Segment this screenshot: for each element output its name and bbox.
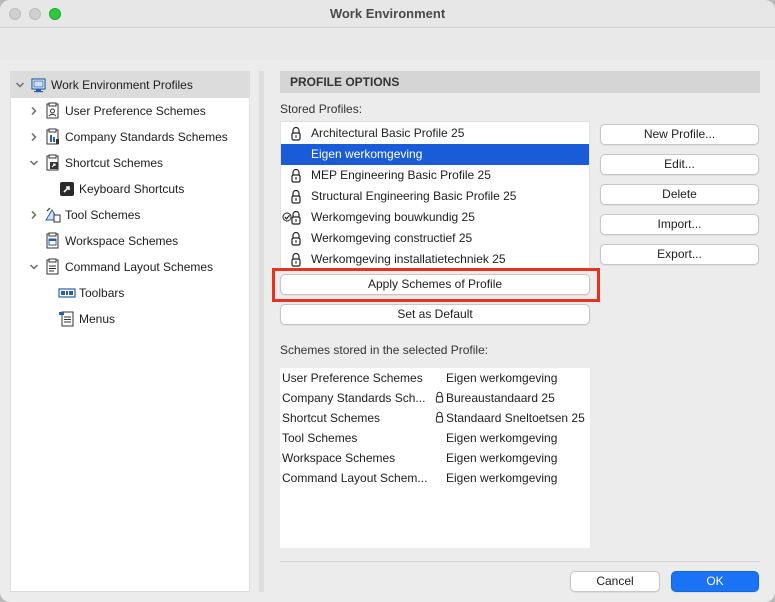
user-preference-icon (44, 102, 62, 120)
profile-name: Eigen werkomgeving (311, 147, 423, 161)
tree-item-label: Keyboard Shortcuts (79, 182, 185, 196)
tree-item-label: Menus (79, 312, 116, 326)
table-row: User Preference Schemes Eigen werkomgevi… (280, 368, 590, 388)
toolbars-icon (58, 284, 76, 302)
profile-name: Architectural Basic Profile 25 (311, 126, 465, 140)
menus-icon (58, 310, 76, 328)
lock-icon (289, 231, 303, 246)
profile-row[interactable]: Werkomgeving constructief 25 (281, 228, 589, 249)
tree-item-label: Work Environment Profiles (51, 78, 193, 92)
tree-item-label: User Preference Schemes (65, 104, 206, 118)
profile-name: Werkomgeving bouwkundig 25 (311, 210, 475, 224)
chevron-down-icon[interactable] (29, 262, 39, 272)
workspace-schemes-icon (44, 232, 62, 250)
scheme-name: Company Standards Sch... (282, 391, 426, 405)
scheme-value: Eigen werkomgeving (446, 451, 558, 465)
profile-row-default[interactable]: Werkomgeving bouwkundig 25 (281, 207, 589, 228)
scheme-name: Tool Schemes (282, 431, 358, 445)
scheme-value: Bureaustandaard 25 (446, 391, 555, 405)
tool-schemes-icon (44, 206, 62, 224)
chevron-right-icon[interactable] (29, 106, 39, 116)
tree-item-command-layout-schemes[interactable]: Command Layout Schemes (11, 254, 249, 280)
tree-item-toolbars[interactable]: Toolbars (11, 280, 249, 306)
chevron-down-icon[interactable] (29, 158, 39, 168)
tree-item-menus[interactable]: Menus (11, 306, 249, 332)
tree-item-label: Tool Schemes (65, 208, 141, 222)
window-top-area (0, 29, 775, 60)
ok-button[interactable]: OK (671, 571, 759, 592)
set-as-default-button[interactable]: Set as Default (280, 304, 590, 325)
apply-schemes-button[interactable]: Apply Schemes of Profile (280, 274, 590, 295)
profile-row[interactable]: Structural Engineering Basic Profile 25 (281, 186, 589, 207)
chevron-right-icon[interactable] (29, 132, 39, 142)
cancel-button[interactable]: Cancel (570, 571, 660, 592)
tree-item-label: Company Standards Schemes (65, 130, 228, 144)
tree-item-label: Shortcut Schemes (65, 156, 164, 170)
profile-row[interactable]: Architectural Basic Profile 25 (281, 123, 589, 144)
tree-item-label: Command Layout Schemes (65, 260, 214, 274)
scheme-name: User Preference Schemes (282, 371, 423, 385)
lock-icon (289, 210, 303, 225)
tree-item-company-standards-schemes[interactable]: Company Standards Schemes (11, 124, 249, 150)
profile-name: Werkomgeving installatietechniek 25 (311, 252, 506, 266)
profile-options-header: PROFILE OPTIONS (280, 71, 760, 93)
profile-name: Werkomgeving constructief 25 (311, 231, 473, 245)
shortcut-schemes-icon (44, 154, 62, 172)
scheme-name: Workspace Schemes (282, 451, 396, 465)
command-layout-icon (44, 258, 62, 276)
tree-item-tool-schemes[interactable]: Tool Schemes (11, 202, 249, 228)
scheme-value: Eigen werkomgeving (446, 471, 558, 485)
new-profile-button[interactable]: New Profile... (600, 124, 759, 145)
delete-button[interactable]: Delete (600, 184, 759, 205)
chevron-down-icon[interactable] (15, 80, 25, 90)
scheme-name: Command Layout Schem... (282, 471, 428, 485)
tree-item-shortcut-schemes[interactable]: Shortcut Schemes (11, 150, 249, 176)
edit-button[interactable]: Edit... (600, 154, 759, 175)
scheme-name: Shortcut Schemes (282, 411, 381, 425)
profile-row[interactable]: Werkomgeving installatietechniek 25 (281, 249, 589, 268)
scheme-value: Standaard Sneltoetsen 25 (446, 411, 585, 425)
scheme-value: Eigen werkomgeving (446, 371, 558, 385)
import-button[interactable]: Import... (600, 214, 759, 235)
table-row: Shortcut Schemes Standaard Sneltoetsen 2… (280, 408, 590, 428)
table-row: Workspace Schemes Eigen werkomgeving (280, 448, 590, 468)
scheme-tree: Work Environment Profiles User Preferenc… (10, 71, 250, 592)
chevron-right-icon[interactable] (29, 210, 39, 220)
profile-row[interactable]: MEP Engineering Basic Profile 25 (281, 165, 589, 186)
profile-name: MEP Engineering Basic Profile 25 (311, 168, 491, 182)
scheme-value: Eigen werkomgeving (446, 431, 558, 445)
lock-icon (289, 252, 303, 267)
stored-profiles-list[interactable]: Architectural Basic Profile 25 Eigen wer… (280, 121, 590, 269)
work-environment-window: Work Environment Work Environment Profil… (0, 0, 775, 602)
lock-icon (289, 189, 303, 204)
schemes-stored-label: Schemes stored in the selected Profile: (280, 343, 489, 357)
company-standards-icon (44, 128, 62, 146)
profile-name: Structural Engineering Basic Profile 25 (311, 189, 517, 203)
footer-divider (280, 561, 760, 562)
table-row: Company Standards Sch... Bureaustandaard… (280, 388, 590, 408)
tree-item-user-preference-schemes[interactable]: User Preference Schemes (11, 98, 249, 124)
lock-icon (434, 410, 445, 424)
lock-icon (289, 126, 303, 141)
profile-row-selected[interactable]: Eigen werkomgeving (281, 144, 589, 165)
export-button[interactable]: Export... (600, 244, 759, 265)
title-bar: Work Environment (0, 0, 775, 28)
tree-item-keyboard-shortcuts[interactable]: Keyboard Shortcuts (11, 176, 249, 202)
schemes-table: User Preference Schemes Eigen werkomgevi… (280, 368, 590, 548)
keyboard-shortcut-icon (58, 180, 76, 198)
tree-item-label: Workspace Schemes (65, 234, 179, 248)
tree-item-label: Toolbars (79, 286, 125, 300)
tree-item-workspace-schemes[interactable]: Workspace Schemes (11, 228, 249, 254)
profiles-icon (30, 76, 48, 94)
window-title: Work Environment (329, 6, 446, 21)
lock-icon (434, 390, 445, 404)
tree-item-work-environment-profiles[interactable]: Work Environment Profiles (11, 72, 249, 98)
table-row: Tool Schemes Eigen werkomgeving (280, 428, 590, 448)
lock-icon (289, 168, 303, 183)
stored-profiles-label: Stored Profiles: (280, 102, 363, 116)
table-row: Command Layout Schem... Eigen werkomgevi… (280, 468, 590, 488)
pane-splitter[interactable] (259, 71, 264, 592)
